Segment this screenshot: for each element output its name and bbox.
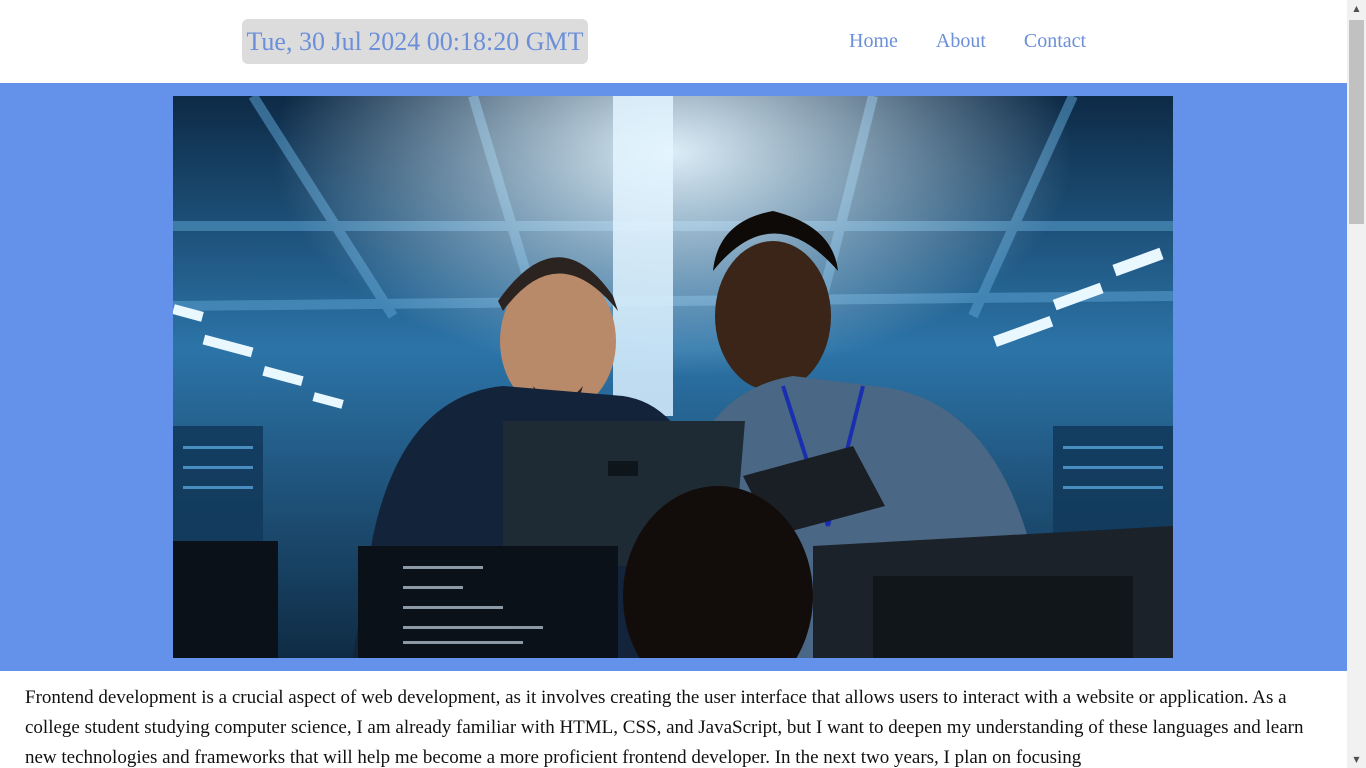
nav-link-about[interactable]: About xyxy=(936,28,986,54)
scroll-up-icon[interactable]: ▲ xyxy=(1347,0,1366,17)
intro-section: Frontend development is a crucial aspect… xyxy=(25,683,1325,768)
datetime-display: Tue, 30 Jul 2024 00:18:20 GMT xyxy=(242,19,588,64)
site-header: Tue, 30 Jul 2024 00:18:20 GMT Home About… xyxy=(0,0,1347,83)
hero-photo-illustration xyxy=(173,96,1173,658)
intro-paragraph: Frontend development is a crucial aspect… xyxy=(25,687,1304,768)
hero-section xyxy=(0,83,1347,671)
hero-image xyxy=(173,96,1173,658)
scrollbar-thumb[interactable] xyxy=(1349,20,1364,224)
vertical-scrollbar[interactable]: ▲ ▼ xyxy=(1347,0,1366,768)
nav-link-home[interactable]: Home xyxy=(849,28,898,54)
page: Tue, 30 Jul 2024 00:18:20 GMT Home About… xyxy=(0,0,1347,768)
nav-link-contact[interactable]: Contact xyxy=(1024,28,1086,54)
main-nav: Home About Contact xyxy=(849,28,1086,54)
scroll-down-icon[interactable]: ▼ xyxy=(1347,751,1366,768)
